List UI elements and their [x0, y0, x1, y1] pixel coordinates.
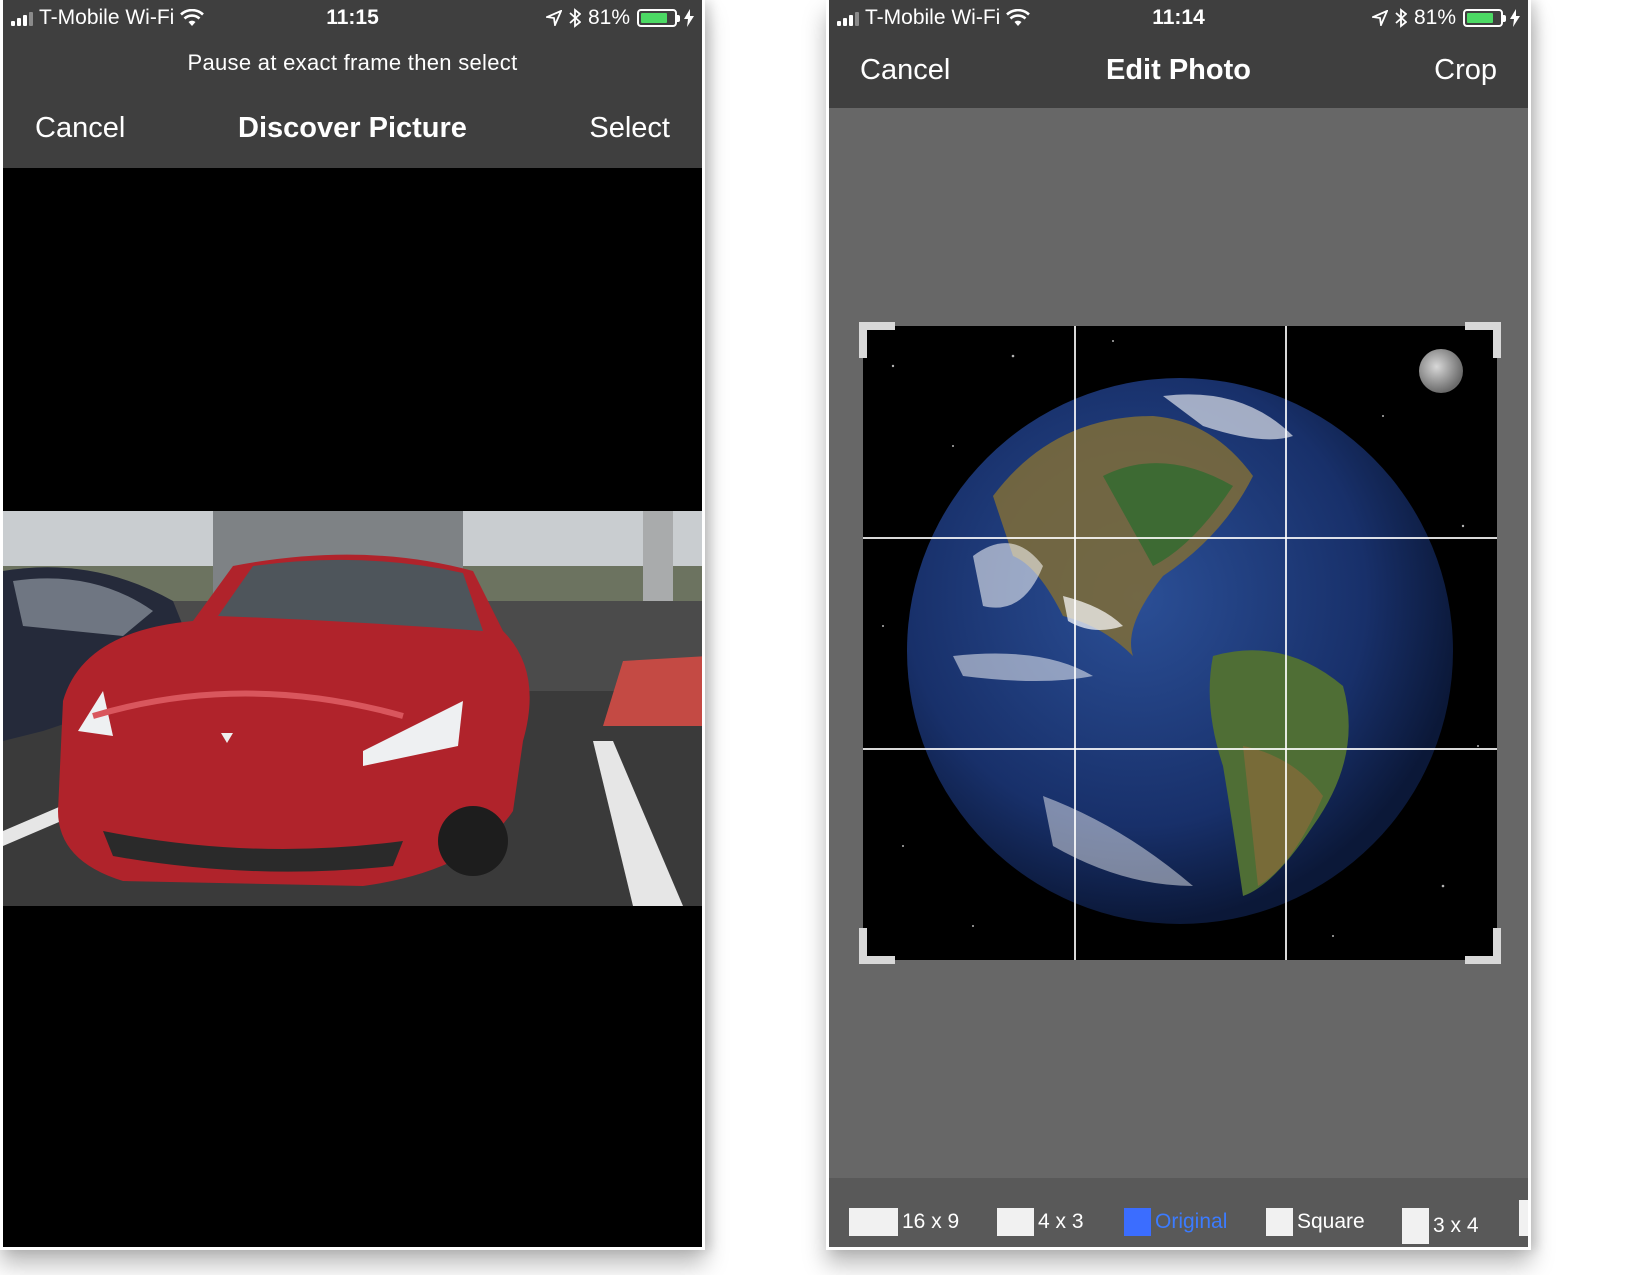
crop-handle-top-right[interactable] — [1465, 322, 1501, 358]
crop-region[interactable] — [859, 322, 1501, 964]
aspect-more-option[interactable] — [1519, 1200, 1528, 1236]
aspect-label: 4 x 3 — [1038, 1210, 1084, 1233]
crop-handle-bottom-right[interactable] — [1465, 928, 1501, 964]
charging-bolt-icon — [684, 9, 694, 27]
aspect-label: 16 x 9 — [902, 1210, 960, 1233]
aspect-swatch-icon — [1124, 1208, 1151, 1236]
location-arrow-icon — [545, 10, 562, 26]
charging-bolt-icon — [1510, 9, 1520, 27]
edit-photo-screen: T-Mobile Wi-Fi 11:14 81% Cancel Edit Pho… — [826, 0, 1531, 1250]
aspect-label: Square — [1297, 1210, 1365, 1233]
aspect-label: Original — [1155, 1210, 1228, 1233]
battery-icon — [637, 9, 680, 27]
aspect-swatch-icon — [997, 1208, 1034, 1236]
navigation-bar: Cancel Discover Picture Select — [3, 100, 702, 166]
aspect-swatch-icon — [849, 1208, 898, 1236]
status-bar: T-Mobile Wi-Fi 11:14 81% — [829, 0, 1528, 36]
aspect-label: 3 x 4 — [1433, 1214, 1479, 1237]
aspect-square-option[interactable]: Square — [1266, 1208, 1365, 1236]
crop-handle-top-left[interactable] — [859, 322, 895, 358]
instruction-text: Pause at exact frame then select — [187, 50, 518, 75]
bluetooth-icon — [1395, 8, 1407, 28]
battery-percent: 81% — [587, 6, 630, 29]
aspect-3x4-option[interactable]: 3 x 4 — [1402, 1208, 1479, 1244]
select-button[interactable]: Select — [589, 112, 670, 145]
aspect-swatch-icon — [1266, 1208, 1293, 1236]
earth-photo — [863, 326, 1497, 960]
video-frame-image — [3, 511, 702, 906]
aspect-swatch-icon — [1402, 1208, 1429, 1244]
aspect-16x9-option[interactable]: 16 x 9 — [849, 1208, 959, 1236]
status-bar: T-Mobile Wi-Fi 11:15 81% — [3, 0, 702, 36]
aspect-original-option[interactable]: Original — [1124, 1208, 1227, 1236]
bluetooth-icon — [569, 8, 581, 28]
photo-canvas — [829, 108, 1528, 1178]
crop-handle-bottom-left[interactable] — [859, 928, 895, 964]
navigation-bar: Cancel Edit Photo Crop — [829, 36, 1528, 108]
video-frame-viewer[interactable] — [3, 168, 702, 1247]
battery-icon — [1463, 9, 1506, 27]
page-title: Edit Photo — [1106, 54, 1251, 86]
discover-picture-screen: T-Mobile Wi-Fi 11:15 81% Pause at exact … — [0, 0, 705, 1250]
aspect-4x3-option[interactable]: 4 x 3 — [997, 1208, 1084, 1236]
location-arrow-icon — [1371, 10, 1388, 26]
crop-button[interactable]: Crop — [1434, 54, 1497, 87]
aspect-ratio-bar: 16 x 9 4 x 3 Original Square 3 x 4 — [829, 1178, 1528, 1247]
battery-percent: 81% — [1413, 6, 1456, 29]
